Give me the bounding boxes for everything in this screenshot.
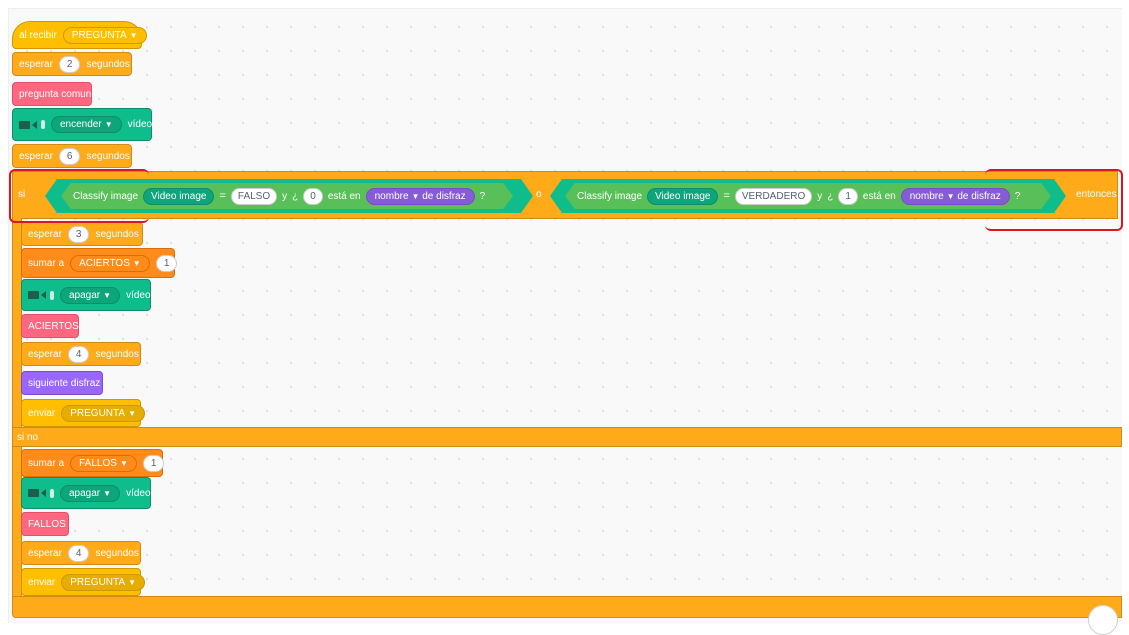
next-costume-block[interactable]: siguiente disfraz <box>21 371 103 395</box>
caret-down-icon: ▼ <box>104 120 113 129</box>
broadcast-label: enviar <box>28 576 56 588</box>
caret-down-icon: ▼ <box>128 577 136 587</box>
video-on-block[interactable]: encender ▼ vídeo <box>12 108 152 141</box>
message-dropdown[interactable]: PREGUNTA ▼ <box>61 404 145 422</box>
wait-seconds-input[interactable]: 4 <box>67 544 90 562</box>
number-input[interactable]: 1 <box>838 188 858 205</box>
equals-operator: = <box>723 190 730 202</box>
video-camera-icon <box>28 290 54 300</box>
classify-image-label: Classify image <box>577 190 643 202</box>
wait-unit-label: segundos <box>95 547 139 559</box>
wait-unit-label: segundos <box>95 228 139 240</box>
contains-label: está en <box>327 190 361 202</box>
else-bar <box>12 427 1122 447</box>
wait-block[interactable]: esperar 3 segundos <box>21 222 143 246</box>
wait-block[interactable]: esperar 2 segundos <box>12 52 132 76</box>
number-input[interactable]: 0 <box>303 188 323 205</box>
when-receive-label: al recibir <box>19 29 57 41</box>
caret-down-icon: ▼ <box>132 258 141 268</box>
broadcast-label: enviar <box>28 407 56 419</box>
change-variable-label: sumar a <box>28 457 65 469</box>
custom-block-label: pregunta comun <box>19 88 92 100</box>
annotation-left-outline <box>9 169 149 223</box>
broadcast-block[interactable]: enviar PREGUNTA ▼ <box>21 399 145 427</box>
wait-unit-label: segundos <box>86 150 130 162</box>
variable-dropdown[interactable]: ACIERTOS ▼ <box>70 254 150 272</box>
caret-down-icon: ▼ <box>129 30 138 40</box>
question-open: ¿ <box>292 190 299 202</box>
equals-operator: = <box>219 190 226 202</box>
caret-down-icon: ▼ <box>103 488 112 498</box>
caret-down-icon: ▼ <box>411 191 420 201</box>
change-variable-label: sumar a <box>28 257 65 269</box>
change-amount-input[interactable]: 1 <box>142 454 165 472</box>
wait-unit-label: segundos <box>86 58 130 70</box>
caret-down-icon: ▼ <box>128 408 136 418</box>
change-amount-input[interactable]: 1 <box>155 254 178 272</box>
wait-seconds-input[interactable]: 3 <box>67 225 90 243</box>
video-off-block[interactable]: apagar ▼ vídeo <box>21 477 151 509</box>
result-input[interactable]: VERDADERO <box>735 188 812 205</box>
wait-seconds-input[interactable]: 6 <box>58 147 81 165</box>
else-label: si no <box>17 432 39 443</box>
caret-down-icon: ▼ <box>103 290 112 300</box>
custom-block-label: FALLOS <box>28 518 66 530</box>
video-state-dropdown[interactable]: apagar ▼ <box>60 286 121 304</box>
and-operator-2[interactable]: Classify image Video image = VERDADERO y… <box>565 183 1051 209</box>
help-circle-icon[interactable] <box>1088 605 1118 635</box>
message-dropdown[interactable]: PREGUNTA ▼ <box>62 26 147 44</box>
annotation-right-outline <box>985 169 1123 231</box>
change-variable-block[interactable]: sumar a FALLOS ▼ 1 <box>21 449 165 477</box>
broadcast-block[interactable]: enviar PREGUNTA ▼ <box>21 568 145 596</box>
custom-block-label: ACIERTOS <box>28 320 79 332</box>
wait-seconds-input[interactable]: 2 <box>58 55 81 73</box>
custom-block-fallos[interactable]: FALLOS <box>21 512 69 536</box>
wait-block[interactable]: esperar 4 segundos <box>21 342 141 366</box>
wait-label: esperar <box>19 58 53 70</box>
video-state-dropdown[interactable]: encender ▼ <box>51 116 122 133</box>
result-input[interactable]: FALSO <box>231 188 277 205</box>
video-camera-icon <box>19 120 45 129</box>
contains-label: está en <box>862 190 896 202</box>
and-label: y <box>282 190 288 202</box>
video-camera-icon <box>28 488 54 498</box>
wait-label: esperar <box>28 228 62 240</box>
or-label: o <box>536 189 542 200</box>
wait-block[interactable]: esperar 6 segundos <box>12 144 132 168</box>
wait-label: esperar <box>28 547 62 559</box>
custom-block-aciertos[interactable]: ACIERTOS <box>21 314 79 338</box>
image-source-reporter[interactable]: Video image <box>647 188 718 205</box>
if-else-block-footer <box>12 596 1122 618</box>
video-label: vídeo <box>126 289 151 301</box>
change-variable-block[interactable]: sumar a ACIERTOS ▼ 1 <box>21 248 178 278</box>
next-costume-label: siguiente disfraz <box>28 377 101 389</box>
video-label: vídeo <box>126 487 151 499</box>
video-off-block[interactable]: apagar ▼ vídeo <box>21 279 151 311</box>
video-label: vídeo <box>127 119 153 130</box>
wait-label: esperar <box>28 348 62 360</box>
wait-seconds-input[interactable]: 4 <box>67 345 90 363</box>
custom-block-pregunta-comun[interactable]: pregunta comun <box>12 82 92 106</box>
and-label: y <box>817 190 823 202</box>
when-receive-hat-block[interactable]: al recibir PREGUNTA ▼ <box>12 21 147 49</box>
message-dropdown[interactable]: PREGUNTA ▼ <box>61 573 145 591</box>
variable-dropdown[interactable]: FALLOS ▼ <box>70 454 137 472</box>
video-state-dropdown[interactable]: apagar ▼ <box>60 484 121 502</box>
code-workspace[interactable]: al recibir PREGUNTA ▼ esperar 2 segundos … <box>8 8 1123 635</box>
costume-attr-reporter[interactable]: nombre ▼ de disfraz <box>366 188 475 205</box>
image-source-reporter[interactable]: Video image <box>143 188 214 205</box>
question-open: ¿ <box>827 190 834 202</box>
wait-label: esperar <box>19 150 53 162</box>
wait-block[interactable]: esperar 4 segundos <box>21 541 141 565</box>
caret-down-icon: ▼ <box>946 191 955 201</box>
caret-down-icon: ▼ <box>119 458 128 468</box>
wait-unit-label: segundos <box>95 348 139 360</box>
question-close: ? <box>479 190 486 202</box>
